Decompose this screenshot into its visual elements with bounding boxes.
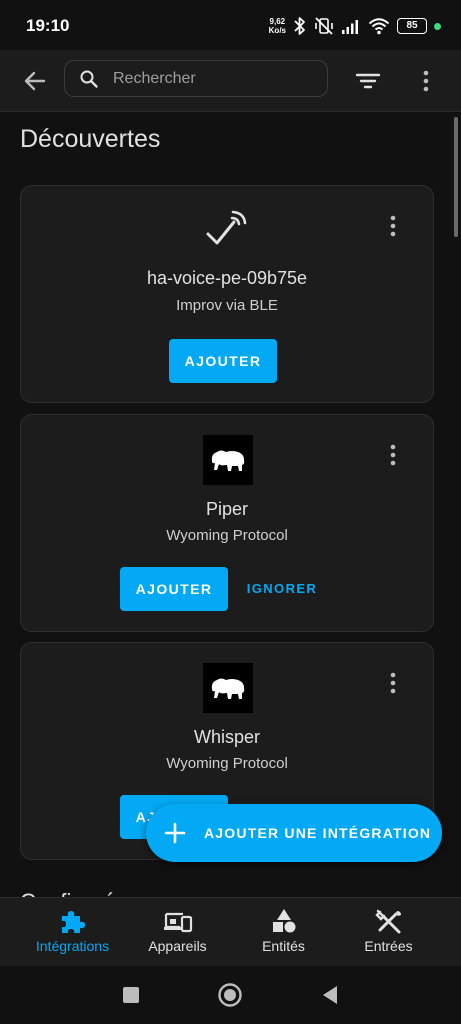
status-icons: 9,62 Ko/s 85	[269, 14, 441, 38]
filter-icon[interactable]	[354, 67, 382, 95]
scrollbar[interactable]	[454, 117, 458, 237]
ignore-button[interactable]: IGNORER	[239, 567, 325, 611]
add-integration-fab[interactable]: AJOUTER UNE INTÉGRATION	[146, 804, 442, 862]
discovered-card: Piper Wyoming Protocol AJOUTER IGNORER	[20, 414, 434, 632]
battery-indicator: 85	[397, 18, 427, 34]
wyoming-bison-logo	[203, 435, 253, 485]
card-menu-icon[interactable]	[381, 671, 405, 695]
nav-label: Appareils	[148, 938, 207, 954]
back-triangle-icon[interactable]	[318, 982, 344, 1008]
card-menu-icon[interactable]	[381, 443, 405, 467]
fab-label: AJOUTER UNE INTÉGRATION	[204, 825, 432, 841]
tools-icon	[375, 909, 401, 934]
card-subtitle: Improv via BLE	[176, 297, 278, 314]
wifi-icon	[368, 18, 390, 35]
card-menu-icon[interactable]	[381, 214, 405, 238]
discovered-card: ha-voice-pe-09b75e Improv via BLE AJOUTE…	[20, 185, 434, 403]
bluetooth-connect-icon	[206, 210, 247, 245]
network-speed-value: 9,62	[269, 17, 286, 26]
nav-label: Entrées	[364, 938, 413, 954]
recents-icon[interactable]	[118, 982, 144, 1008]
section-title-discovered: Découvertes	[20, 125, 161, 153]
bison-icon	[211, 678, 245, 699]
network-speed-unit: Ko/s	[268, 26, 286, 35]
devices-icon	[164, 912, 193, 933]
nav-label: Intégrations	[35, 938, 110, 954]
nav-item-devices[interactable]: Appareils	[120, 898, 235, 967]
search-box[interactable]	[64, 60, 328, 97]
section-title-configured: Configurée	[20, 889, 128, 897]
plus-icon	[164, 822, 186, 844]
nav-label: Entités	[262, 938, 305, 954]
card-subtitle: Wyoming Protocol	[166, 527, 288, 544]
nav-item-entities[interactable]: Entités	[226, 898, 341, 967]
home-icon[interactable]	[217, 982, 243, 1008]
privacy-indicator-dot	[434, 22, 441, 30]
status-time: 19:10	[26, 16, 70, 35]
bottom-navigation: Intégrations Appareils Entités Entrées	[0, 897, 461, 966]
overflow-menu-icon[interactable]	[414, 66, 438, 96]
system-navigation-bar	[0, 966, 461, 1024]
status-bar: 19:10 9,62 Ko/s 85	[0, 0, 461, 50]
puzzle-icon	[62, 911, 85, 933]
nav-item-inputs[interactable]: Entrées	[331, 898, 446, 967]
card-name: ha-voice-pe-09b75e	[146, 268, 308, 288]
bluetooth-icon	[294, 17, 305, 35]
shapes-icon	[273, 909, 296, 933]
card-subtitle: Wyoming Protocol	[166, 755, 288, 772]
back-arrow-icon[interactable]	[20, 66, 50, 96]
app-bar	[0, 50, 461, 112]
signal-icon	[342, 20, 358, 34]
nav-item-integrations[interactable]: Intégrations	[15, 898, 130, 967]
screen: 19:10 9,62 Ko/s 85 Rechercher Découverte…	[0, 0, 461, 1024]
add-button[interactable]: AJOUTER	[169, 339, 277, 383]
search-icon	[80, 70, 98, 88]
add-button[interactable]: AJOUTER	[120, 567, 228, 611]
card-name: Piper	[205, 499, 249, 519]
main-content: Découvertes ha-voice-pe-09b75e Improv vi…	[0, 113, 461, 897]
search-input[interactable]	[113, 61, 313, 96]
card-name: Whisper	[193, 727, 260, 747]
bison-icon	[211, 450, 245, 471]
network-speed: 9,62 Ko/s	[269, 17, 286, 35]
vibrate-off-icon	[315, 17, 333, 35]
wyoming-bison-logo	[203, 663, 253, 713]
